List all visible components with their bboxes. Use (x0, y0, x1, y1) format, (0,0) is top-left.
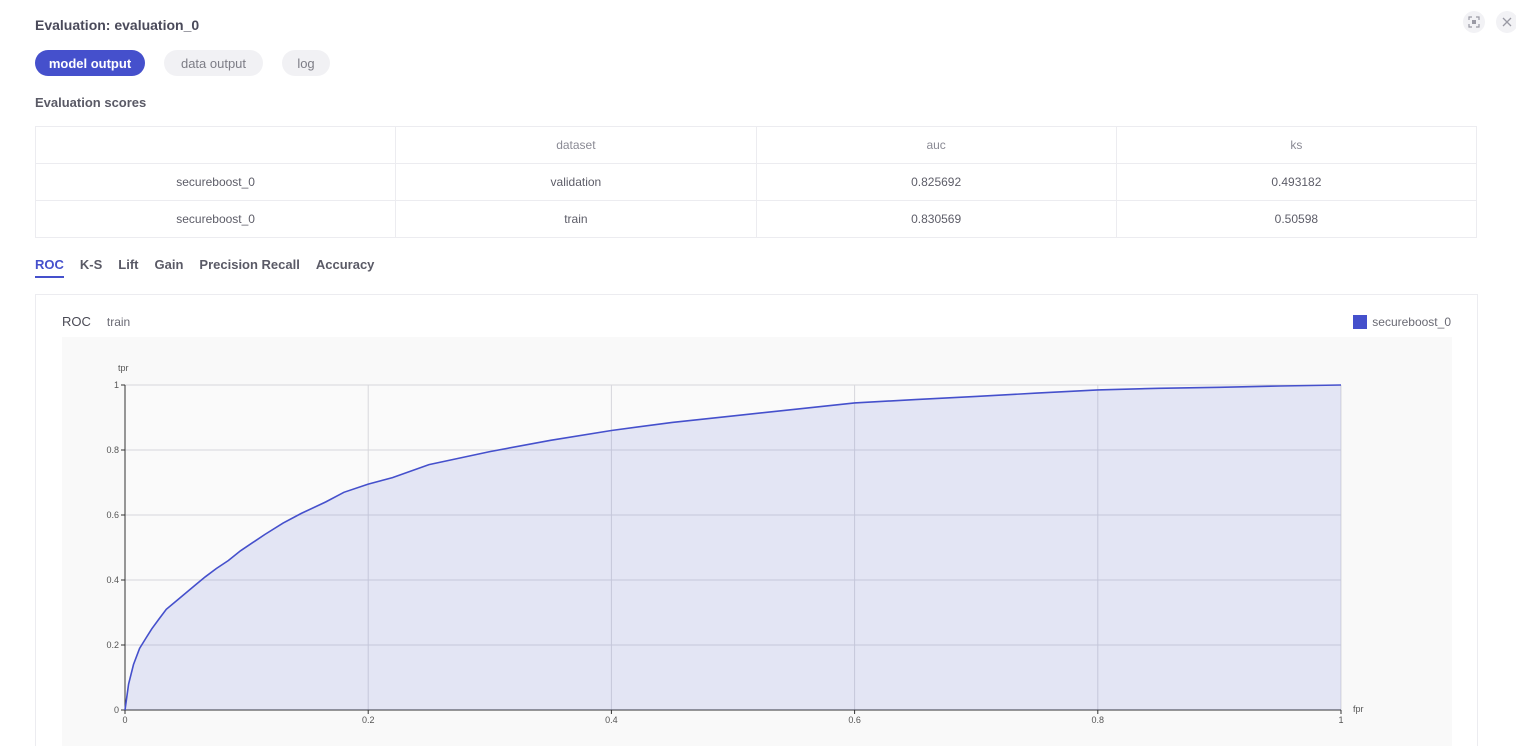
column-header: ks (1115, 126, 1478, 164)
x-tick-label: 0.6 (848, 715, 861, 725)
tab-ks[interactable]: K-S (80, 257, 102, 278)
column-header: auc (755, 126, 1117, 164)
close-button[interactable] (1496, 11, 1516, 33)
tab-accuracy[interactable]: Accuracy (316, 257, 375, 278)
chart-legend[interactable]: secureboost_0 (1353, 315, 1451, 329)
page-title: Evaluation: evaluation_0 (35, 17, 200, 33)
scores-title: Evaluation scores (35, 95, 147, 110)
y-axis-label: tpr (118, 363, 129, 373)
legend-swatch (1353, 315, 1368, 329)
data-output-button[interactable]: data output (164, 50, 263, 76)
y-tick-label: 0 (114, 705, 119, 715)
output-switcher: model output data output log (35, 50, 330, 76)
table-row: secureboost_0 validation 0.825692 0.4931… (34, 163, 1478, 201)
y-tick-label: 1 (114, 380, 119, 390)
table-cell: 0.50598 (1115, 200, 1478, 238)
table-cell: 0.830569 (755, 200, 1117, 238)
y-tick-label: 0.6 (106, 510, 119, 520)
log-button[interactable]: log (282, 50, 330, 76)
tab-lift[interactable]: Lift (118, 257, 138, 278)
chart-subset: train (106, 315, 131, 329)
model-output-button[interactable]: model output (35, 50, 145, 76)
table-cell: 0.493182 (1115, 163, 1478, 201)
roc-chart: 00 0.2 0.2 0.4 0.4 0.6 0.6 0.8 0.8 1 1 tpr fpr (62, 337, 1452, 746)
fullscreen-button[interactable] (1463, 11, 1485, 33)
table-row: secureboost_0 train 0.830569 0.50598 (34, 200, 1478, 238)
table-cell: secureboost_0 (34, 163, 397, 201)
chart-title: ROC (62, 314, 91, 329)
tab-gain[interactable]: Gain (155, 257, 184, 278)
table-cell: 0.825692 (755, 163, 1117, 201)
scores-table: dataset auc ks secureboost_0 validation … (34, 126, 1478, 238)
x-axis-label: fpr (1353, 704, 1364, 714)
legend-label: secureboost_0 (1372, 315, 1451, 329)
x-tick-label: 0.4 (605, 715, 618, 725)
y-tick-label: 0.2 (106, 640, 119, 650)
chart-panel: ROC train secureboost_0 0 0 0.2 0.2 0.4 0.4 0.… (35, 294, 1478, 746)
table-header-row: dataset auc ks (34, 126, 1478, 164)
y-tick-label: 0.4 (106, 575, 119, 585)
table-cell: secureboost_0 (34, 200, 397, 238)
x-tick-label: 0.2 (362, 715, 375, 725)
tab-roc[interactable]: ROC (35, 257, 64, 278)
fullscreen-icon (1468, 16, 1480, 28)
x-tick-label: 0.8 (1092, 715, 1105, 725)
tab-precision-recall[interactable]: Precision Recall (199, 257, 299, 278)
x-tick-label: 0 (122, 715, 127, 725)
column-header: dataset (395, 126, 757, 164)
table-cell: train (395, 200, 757, 238)
chart-header: ROC train (62, 314, 130, 329)
y-tick-label: 0.8 (106, 445, 119, 455)
chart-tabs: ROC K-S Lift Gain Precision Recall Accur… (35, 257, 374, 278)
table-cell: validation (395, 163, 757, 201)
x-tick-label: 1 (1338, 715, 1343, 725)
column-header (34, 126, 397, 164)
close-icon (1502, 17, 1512, 27)
